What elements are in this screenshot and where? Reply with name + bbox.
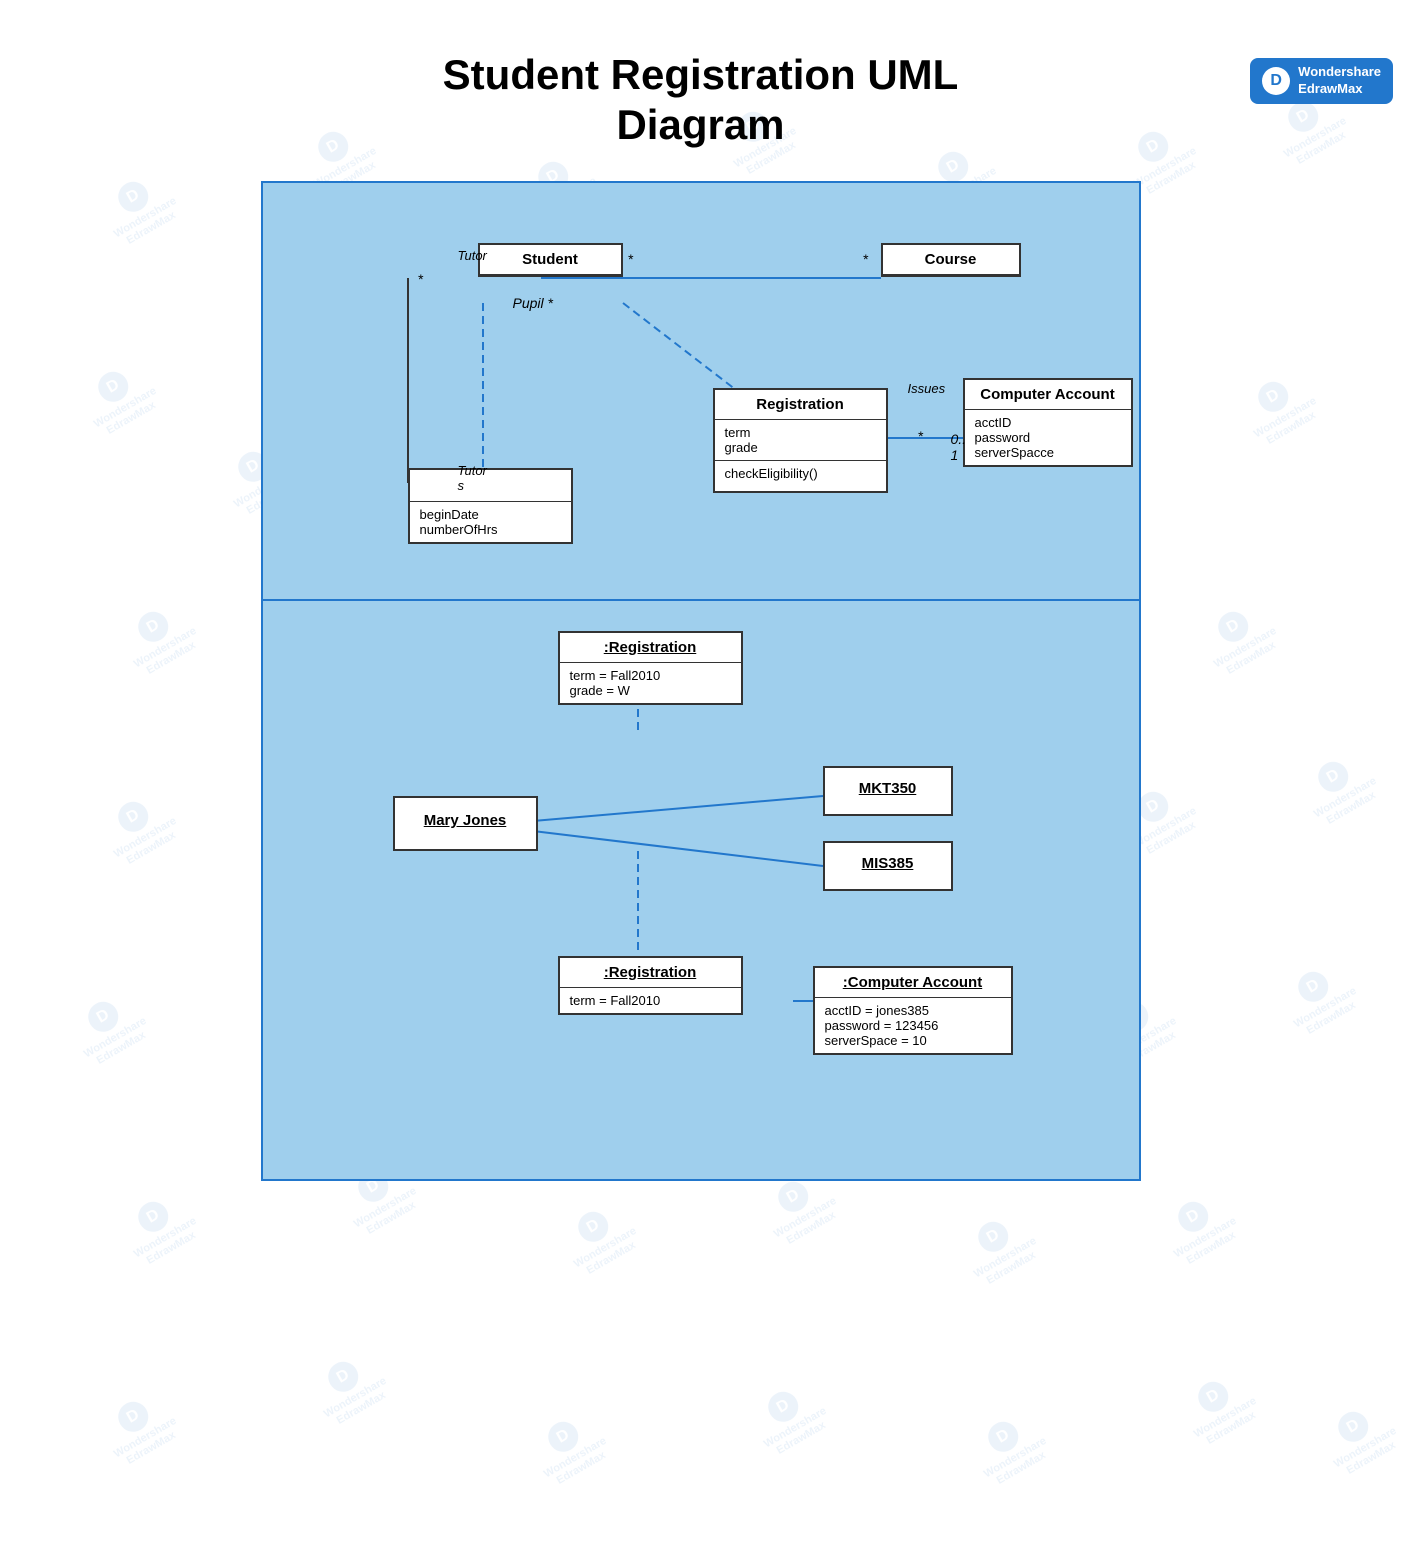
reg-comp-mult-left: * [918,428,923,444]
page-title: Student Registration UMLDiagram [0,50,1401,151]
course-class-header: Course [883,245,1019,275]
registration-class-header: Registration [715,390,886,420]
student-course-mult-left: * [628,251,633,267]
issues-label: Issues [908,381,946,396]
student-class-box: Student [478,243,623,277]
tutor-mult-top: * [418,271,423,287]
computer-account-class-header: Computer Account [965,380,1131,410]
tutor-class-empty-header [410,470,571,502]
registration-methods: checkEligibility() [715,461,886,491]
registration1-obj-header: :Registration [560,633,741,662]
mis385-obj-box: MIS385 [823,841,953,891]
mary-jones-obj-header: Mary Jones [395,798,536,835]
computer-account-obj-attrs: acctID = jones385password = 123456server… [815,997,1011,1053]
computer-account-class-box: Computer Account acctIDpasswordserverSpa… [963,378,1133,467]
mis385-obj-header: MIS385 [825,843,951,878]
tutor-label-top: Tutor [458,248,487,263]
registration2-obj-box: :Registration term = Fall2010 [558,956,743,1015]
pupil-label: Pupil * [513,295,553,311]
registration2-obj-header: :Registration [560,958,741,987]
brand-badge: D Wondershare EdrawMax [1250,58,1393,104]
object-diagram-panel: :Registration term = Fall2010grade = W M… [261,601,1141,1181]
brand-text: Wondershare EdrawMax [1298,64,1381,98]
student-class-header: Student [480,245,621,275]
brand-icon: D [1262,67,1290,95]
tutor-label-bottom: Tutors [458,463,487,493]
computer-account-obj-box: :Computer Account acctID = jones385passw… [813,966,1013,1055]
registration1-obj-box: :Registration term = Fall2010grade = W [558,631,743,705]
computer-account-obj-header: :Computer Account [815,968,1011,997]
mkt350-obj-box: MKT350 [823,766,953,816]
registration-attrs: termgrade [715,420,886,461]
mkt350-obj-header: MKT350 [825,768,951,803]
tutor-class-box: beginDatenumberOfHrs [408,468,573,544]
mary-jones-obj-box: Mary Jones [393,796,538,851]
registration2-obj-attrs: term = Fall2010 [560,987,741,1013]
diagram-container: Student Course Registration termgrade ch… [261,181,1141,1181]
computer-account-attrs: acctIDpasswordserverSpacce [965,410,1131,465]
reg-comp-mult-right: 0..1 [951,431,967,463]
brand-icon-letter: D [1270,72,1282,90]
registration-class-box: Registration termgrade checkEligibility(… [713,388,888,493]
course-class-box: Course [881,243,1021,277]
student-course-mult-right: * [863,251,868,267]
tutor-class-attrs: beginDatenumberOfHrs [410,502,571,542]
class-diagram-panel: Student Course Registration termgrade ch… [261,181,1141,601]
registration1-obj-attrs: term = Fall2010grade = W [560,662,741,703]
